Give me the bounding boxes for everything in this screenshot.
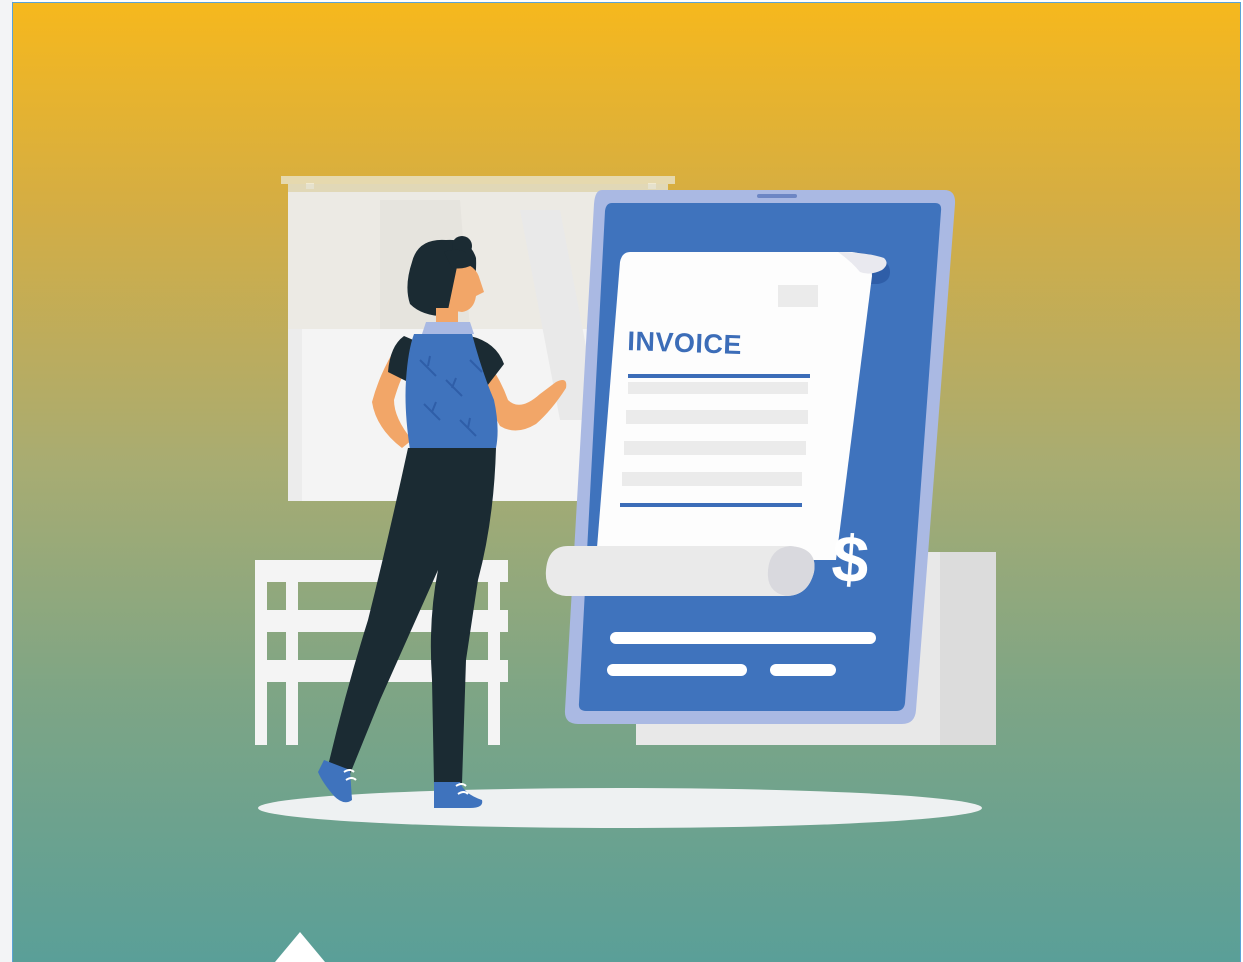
invoice-illustration <box>255 176 996 962</box>
play-triangle <box>275 932 325 962</box>
floor-shadow <box>258 788 982 828</box>
illustration-frame: INVOICE $ <box>0 0 1243 962</box>
invoice-heading: INVOICE <box>626 326 743 360</box>
dollar-sign: $ <box>829 520 872 598</box>
